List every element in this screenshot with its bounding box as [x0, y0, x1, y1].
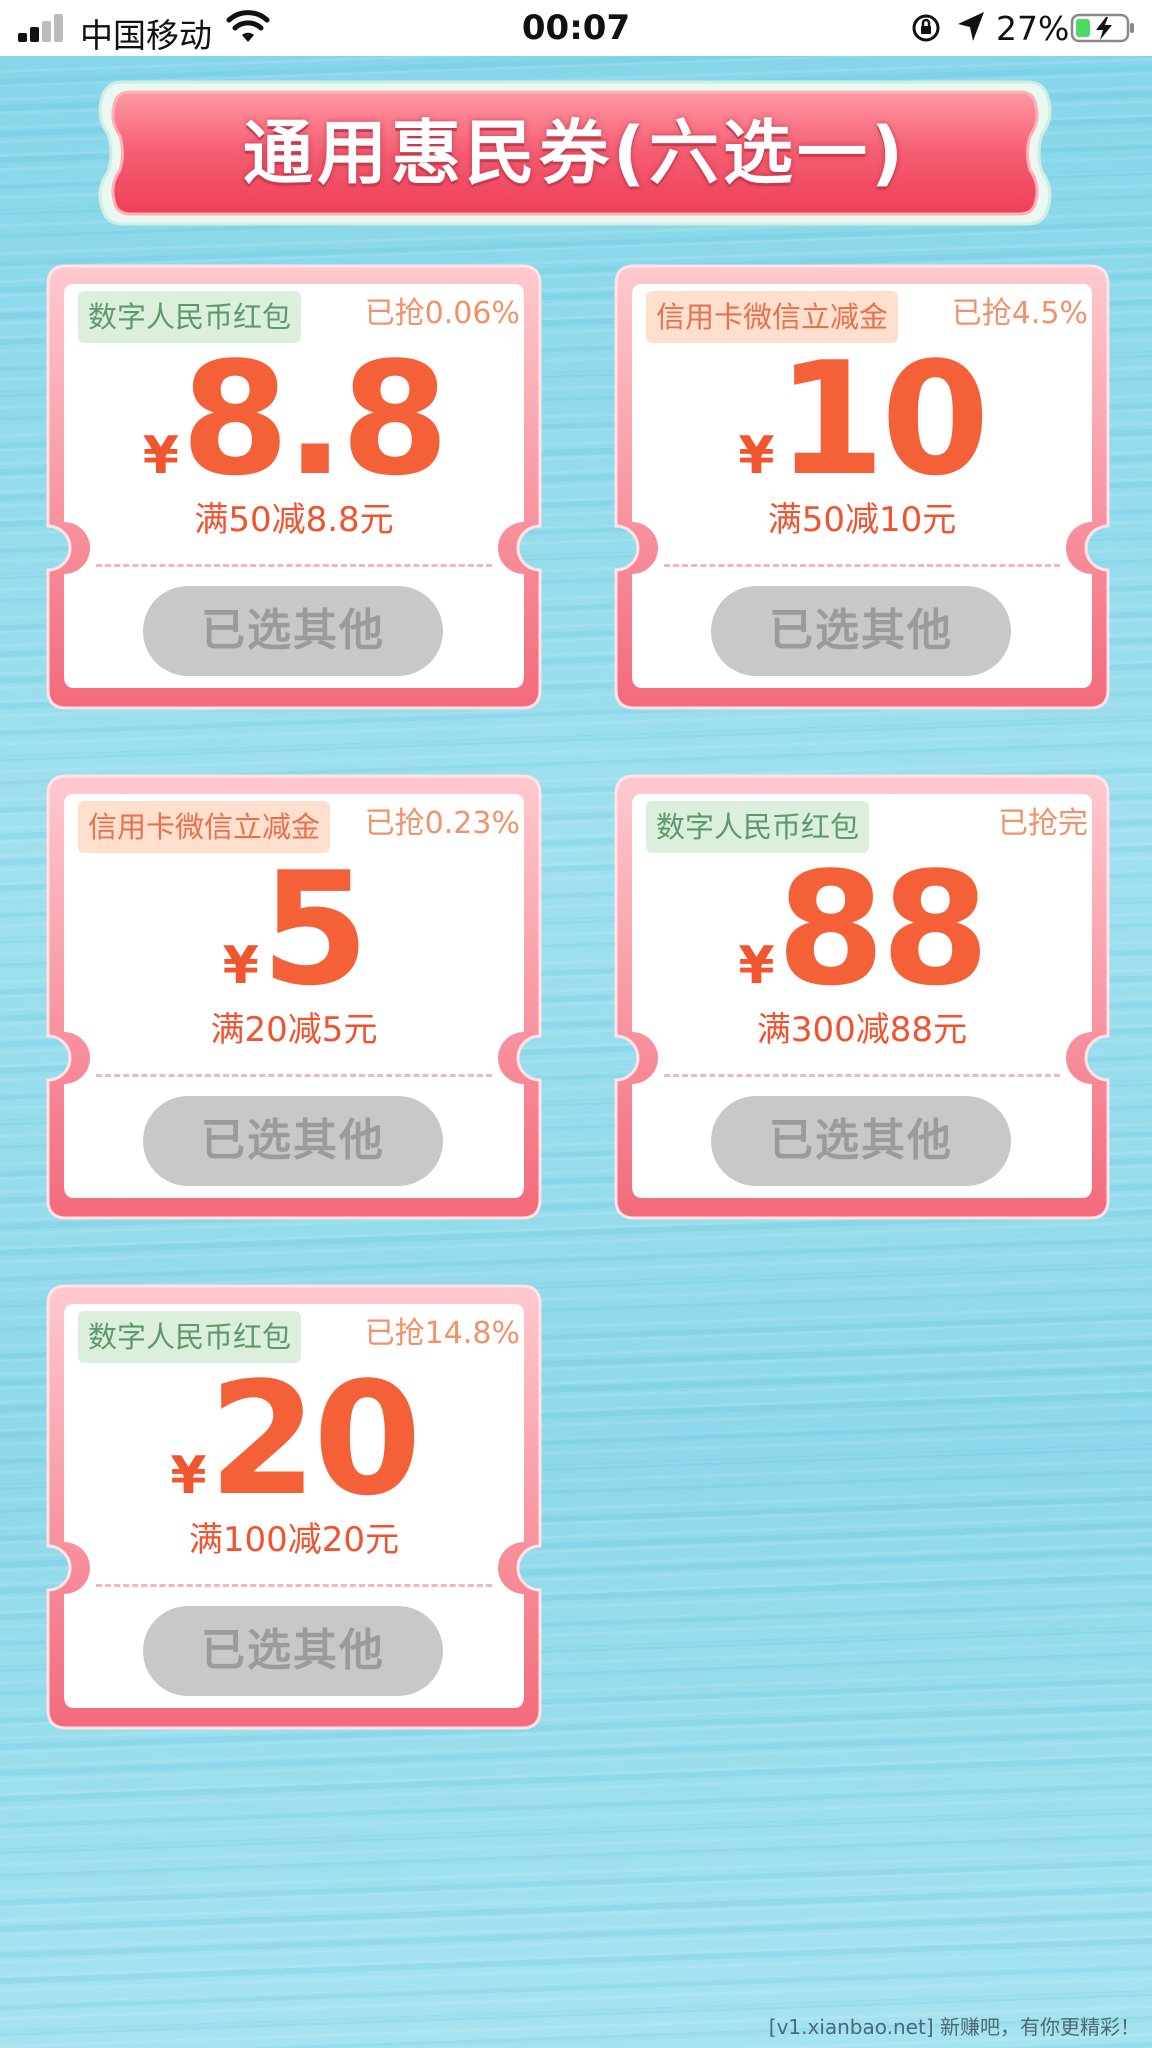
currency-symbol: ¥ [738, 936, 775, 996]
page-title: 通用惠民券(六选一) [243, 112, 907, 194]
watermark-text: [v1.xianbao.net] 新赚吧，有你更精彩！ [768, 2015, 1140, 2039]
coupon-card[interactable]: 信用卡微信立减金 已抢4.5% ¥10 满50减10元 已选其他 [614, 264, 1110, 710]
coupon-rule: 满300减88元 [756, 1010, 968, 1050]
rotation-lock-icon [912, 14, 940, 42]
coupon-amount: ¥5 [46, 851, 542, 1007]
amount-value: 5 [260, 838, 370, 1020]
coupon-rule: 满100减20元 [188, 1520, 400, 1560]
already-selected-button[interactable]: 已选其他 [143, 1096, 443, 1186]
coupon-divider [664, 1074, 1060, 1077]
coupon-divider [664, 564, 1060, 567]
signal-icon [18, 14, 68, 42]
coupon-amount: ¥10 [614, 341, 1110, 497]
header-banner: 通用惠民券(六选一) [92, 78, 1058, 228]
status-bar: 中国移动 00:07 27% [0, 0, 1152, 56]
currency-symbol: ¥ [142, 426, 179, 486]
coupon-divider [96, 564, 492, 567]
coupon-card[interactable]: 数字人民币红包 已抢14.8% ¥20 满100减20元 已选其他 [46, 1284, 542, 1730]
already-selected-button[interactable]: 已选其他 [143, 586, 443, 676]
currency-symbol: ¥ [170, 1446, 207, 1506]
amount-value: 20 [208, 1348, 422, 1530]
coupon-card[interactable]: 信用卡微信立减金 已抢0.23% ¥5 满20减5元 已选其他 [46, 774, 542, 1220]
grabbed-percent: 已抢完 [998, 806, 1088, 841]
coupon-amount: ¥88 [614, 851, 1110, 1007]
location-arrow-icon [958, 12, 984, 41]
carrier-name: 中国移动 [80, 16, 212, 55]
already-selected-button[interactable]: 已选其他 [711, 586, 1011, 676]
amount-value: 8.8 [180, 328, 449, 510]
already-selected-button[interactable]: 已选其他 [711, 1096, 1011, 1186]
currency-symbol: ¥ [222, 936, 259, 996]
currency-symbol: ¥ [738, 426, 775, 486]
coupon-divider [96, 1584, 492, 1587]
coupon-divider [96, 1074, 492, 1077]
battery-charging-icon [1070, 13, 1134, 43]
coupon-amount: ¥20 [46, 1361, 542, 1517]
battery-percent: 27% [996, 9, 1070, 48]
amount-value: 88 [776, 838, 990, 1020]
wifi-icon [226, 10, 270, 42]
grabbed-percent: 已抢4.5% [951, 296, 1088, 331]
grabbed-percent: 已抢0.23% [364, 806, 520, 841]
already-selected-button[interactable]: 已选其他 [143, 1606, 443, 1696]
grabbed-percent: 已抢0.06% [364, 296, 520, 331]
coupon-amount: ¥8.8 [46, 341, 542, 497]
amount-value: 10 [776, 328, 990, 510]
coupon-card[interactable]: 数字人民币红包 已抢完 ¥88 满300减88元 已选其他 [614, 774, 1110, 1220]
coupon-rule: 满50减10元 [767, 500, 957, 540]
coupon-card[interactable]: 数字人民币红包 已抢0.06% ¥8.8 满50减8.8元 已选其他 [46, 264, 542, 710]
grabbed-percent: 已抢14.8% [364, 1316, 520, 1351]
coupon-rule: 满20减5元 [210, 1010, 378, 1050]
coupon-rule: 满50减8.8元 [194, 500, 394, 540]
